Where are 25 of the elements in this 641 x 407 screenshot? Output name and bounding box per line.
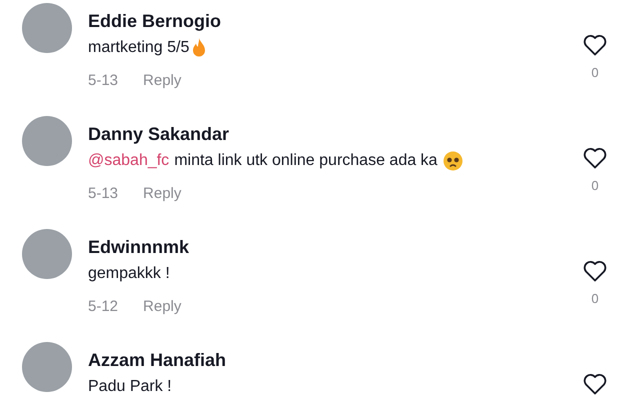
avatar-photo-placeholder[interactable] <box>22 116 72 166</box>
avatar-photo-placeholder[interactable] <box>22 342 72 392</box>
comment-date: 5-13 <box>88 71 118 91</box>
heart-icon[interactable] <box>583 373 607 395</box>
comment-text: gempakkk ! <box>88 264 170 284</box>
heart-icon[interactable] <box>583 34 607 56</box>
comment-date: 5-13 <box>88 184 118 204</box>
like-count: 0 <box>591 290 599 308</box>
comment-date: 5-12 <box>88 297 118 317</box>
like-count: 0 <box>591 64 599 82</box>
comment-text: minta link utk online purchase ada ka <box>174 151 438 171</box>
sad-face-icon <box>443 151 464 171</box>
fire-icon <box>191 38 208 58</box>
username[interactable]: Danny Sakandar <box>88 122 583 146</box>
comment-text: martketing 5/5 <box>88 38 190 58</box>
heart-icon[interactable] <box>583 147 607 169</box>
mention-link[interactable]: @sabah_fc <box>88 149 170 173</box>
comment-text: Padu Park ! <box>88 377 172 397</box>
heart-icon[interactable] <box>583 260 607 282</box>
avatar-photo-placeholder[interactable] <box>22 229 72 279</box>
username[interactable]: Eddie Bernogio <box>88 9 583 33</box>
username[interactable]: Edwinnnmk <box>88 235 583 259</box>
like-count: 0 <box>591 177 599 195</box>
username[interactable]: Azzam Hanafiah <box>88 348 583 372</box>
avatar-photo-placeholder[interactable] <box>22 3 72 53</box>
